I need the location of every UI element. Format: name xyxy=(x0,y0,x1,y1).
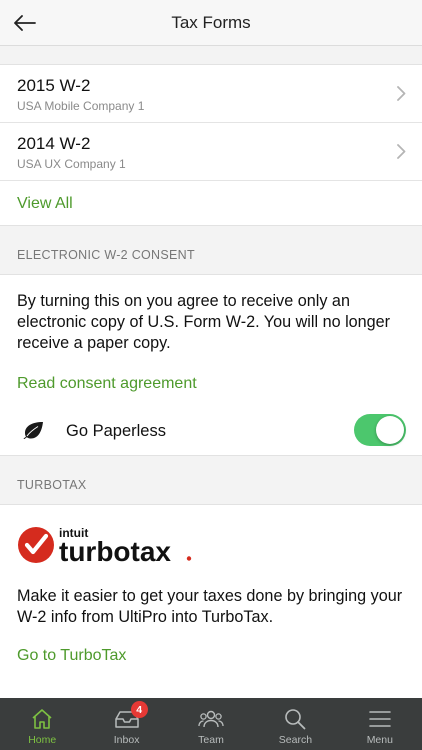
turbotax-section-label: TURBOTAX xyxy=(17,478,87,492)
turbotax-section: intuit turbotax Make it easier to get yo… xyxy=(0,504,422,698)
consent-text: By turning this on you agree to receive … xyxy=(17,292,391,352)
form-title: 2015 W-2 xyxy=(17,76,91,95)
toggle-knob xyxy=(376,416,404,444)
form-company: USA Mobile Company 1 xyxy=(17,99,145,113)
page-title: Tax Forms xyxy=(171,13,251,32)
divider xyxy=(0,180,422,181)
tab-label: Menu xyxy=(366,734,393,746)
tab-label: Inbox xyxy=(113,734,140,746)
turbotax-description: Make it easier to get your taxes done by… xyxy=(17,587,403,626)
tab-label: Team xyxy=(198,734,224,746)
tax-form-row[interactable]: 2014 W-2 USA UX Company 1 xyxy=(0,123,422,180)
tab-menu[interactable]: Menu xyxy=(338,698,422,750)
turbotax-logo: intuit turbotax xyxy=(18,526,192,565)
tab-label: Home xyxy=(28,734,57,746)
chevron-right-icon xyxy=(397,144,406,159)
tab-home[interactable]: Home xyxy=(0,698,84,750)
view-all-link[interactable]: View All xyxy=(17,195,73,213)
chevron-right-icon xyxy=(397,86,406,101)
consent-section: By turning this on you agree to receive … xyxy=(0,274,422,456)
go-to-turbotax-link[interactable]: Go to TurboTax xyxy=(17,647,126,665)
consent-section-label: ELECTRONIC W-2 CONSENT xyxy=(17,248,195,262)
go-paperless-label: Go Paperless xyxy=(66,422,166,440)
tab-label: Search xyxy=(278,734,313,746)
tab-inbox[interactable]: 4 Inbox xyxy=(84,698,168,750)
tax-form-row[interactable]: 2015 W-2 USA Mobile Company 1 xyxy=(0,65,422,122)
home-icon xyxy=(32,709,52,729)
tax-forms-list: 2015 W-2 USA Mobile Company 1 2014 W-2 U… xyxy=(0,64,422,226)
inbox-badge: 4 xyxy=(130,701,148,718)
tab-search[interactable]: Search xyxy=(253,698,337,750)
bottom-tab-bar: Home 4 Inbox Team Search Menu xyxy=(0,698,422,750)
leaf-icon xyxy=(23,422,43,439)
turbotax-wordmark: turbotax xyxy=(59,536,171,565)
search-icon xyxy=(285,709,306,730)
read-consent-link[interactable]: Read consent agreement xyxy=(17,375,197,393)
team-icon xyxy=(198,710,224,728)
nav-header: Tax Forms xyxy=(0,0,422,46)
form-company: USA UX Company 1 xyxy=(17,157,126,171)
form-title: 2014 W-2 xyxy=(17,134,91,153)
tab-team[interactable]: Team xyxy=(169,698,253,750)
go-paperless-toggle[interactable] xyxy=(354,414,406,446)
menu-icon xyxy=(369,711,391,727)
